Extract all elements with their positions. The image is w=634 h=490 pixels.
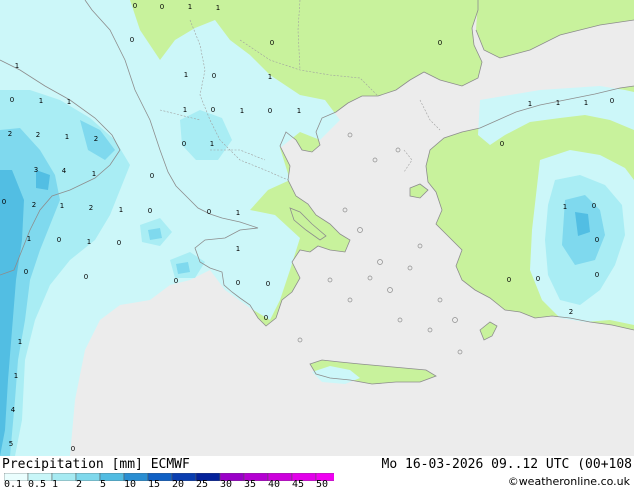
legend-tick-label: 25: [196, 479, 209, 490]
precip-value-label: 0: [117, 239, 121, 247]
precip-value-label: 0: [84, 273, 88, 281]
precip-value-label: 0: [507, 276, 511, 284]
map-footer: Precipitation [mm] ECMWF Mo 16-03-2026 0…: [0, 456, 634, 490]
precipitation-map: 0 0 1 1 0 0 0 1 1 0 1 0 1 1 1 1 1 0 1 0 1 0 1 2 2 1 2 0 1 0 3 4 1 0 0 2 1 2 1 0…: [0, 0, 634, 456]
precip-value-label: 4: [11, 406, 16, 414]
legend-tick-label: 45: [292, 479, 305, 490]
precip-value-label: 1: [297, 107, 301, 115]
precip-value-label: 1: [216, 4, 220, 12]
precip-value-label: 2: [8, 130, 12, 138]
precip-value-label: 1: [92, 170, 96, 178]
precip-value-label: 1: [39, 97, 43, 105]
legend-tick-label: 20: [172, 479, 185, 490]
precip-value-label: 0: [207, 208, 211, 216]
precip-value-label: 1: [14, 372, 18, 380]
legend-tick-label: 30: [220, 479, 233, 490]
legend-tick-label: 35: [244, 479, 257, 490]
precip-value-label: 1: [210, 140, 214, 148]
credit-link[interactable]: ©weatheronline.co.uk: [508, 475, 630, 488]
precip-value-label: 1: [60, 202, 64, 210]
legend-tick-label: 40: [268, 479, 281, 490]
precip-value-label: 1: [236, 245, 240, 253]
precip-value-label: 0: [160, 3, 164, 11]
precip-value-label: 0: [24, 268, 28, 276]
precip-value-label: 0: [595, 271, 599, 279]
precip-value-label: 0: [536, 275, 540, 283]
precip-value-label: 0: [2, 198, 6, 206]
precip-value-label: 1: [65, 133, 69, 141]
precip-value-label: 2: [36, 131, 40, 139]
precip-value-label: 0: [610, 97, 614, 105]
precip-value-label: 0: [133, 2, 137, 10]
precip-value-label: 0: [71, 445, 75, 453]
precip-value-label: 1: [183, 106, 187, 114]
precip-value-label: 1: [268, 73, 272, 81]
precip-value-label: 2: [94, 135, 98, 143]
precip-value-label: 0: [438, 39, 442, 47]
precip-value-label: 0: [211, 106, 215, 114]
precip-value-label: 0: [150, 172, 154, 180]
legend-tick-label: 50: [316, 479, 329, 490]
precip-value-label: 1: [15, 62, 19, 70]
precip-value-label: 2: [89, 204, 93, 212]
precip-value-label: 0: [182, 140, 186, 148]
precip-value-label: 0: [264, 314, 268, 322]
legend-tick-label: 1: [52, 479, 59, 490]
precip-value-label: 0: [148, 207, 152, 215]
legend-tick-label: 0.1: [4, 479, 23, 490]
precip-value-label: 1: [67, 98, 71, 106]
precip-value-label: 0: [130, 36, 134, 44]
precip-value-label: 1: [188, 3, 192, 11]
precip-value-label: 1: [563, 203, 567, 211]
precip-value-label: 2: [569, 308, 573, 316]
precip-value-label: 0: [236, 279, 240, 287]
precip-value-label: 0: [270, 39, 274, 47]
precip-value-label: 0: [212, 72, 216, 80]
precip-value-label: 1: [119, 206, 123, 214]
precip-value-label: 1: [236, 209, 240, 217]
precip-value-label: 0: [268, 107, 272, 115]
precip-value-label: 0: [595, 236, 599, 244]
legend-tick-label: 5: [100, 479, 107, 490]
legend-tick-label: 10: [124, 479, 137, 490]
precip-value-label: 0: [57, 236, 61, 244]
legend-tick-label: 15: [148, 479, 161, 490]
map-title: Precipitation [mm] ECMWF: [2, 457, 190, 472]
precip-value-label: 4: [62, 167, 67, 175]
precip-value-label: 0: [592, 202, 596, 210]
precip-value-label: 1: [27, 235, 31, 243]
precip-value-label: 1: [240, 107, 244, 115]
precip-value-label: 1: [18, 338, 22, 346]
precip-value-label: 1: [184, 71, 188, 79]
precip-value-label: 0: [174, 277, 178, 285]
run-info: Mo 16-03-2026 09..12 UTC (00+108: [381, 457, 632, 472]
precip-value-label: 1: [528, 100, 532, 108]
precip-value-label: 2: [32, 201, 36, 209]
precip-value-label: 5: [9, 440, 13, 448]
precip-value-label: 0: [500, 140, 504, 148]
precip-value-label: 0: [10, 96, 14, 104]
precip-value-label: 1: [584, 99, 588, 107]
precip-value-label: 1: [87, 238, 91, 246]
map-viewer: 0011000110101111101010122120103410021210…: [0, 0, 634, 490]
legend-tick-label: 2: [76, 479, 83, 490]
legend-tick-label: 0.5: [28, 479, 47, 490]
precip-value-label: 1: [556, 99, 560, 107]
precip-value-label: 3: [34, 166, 38, 174]
precip-value-label: 0: [266, 280, 270, 288]
